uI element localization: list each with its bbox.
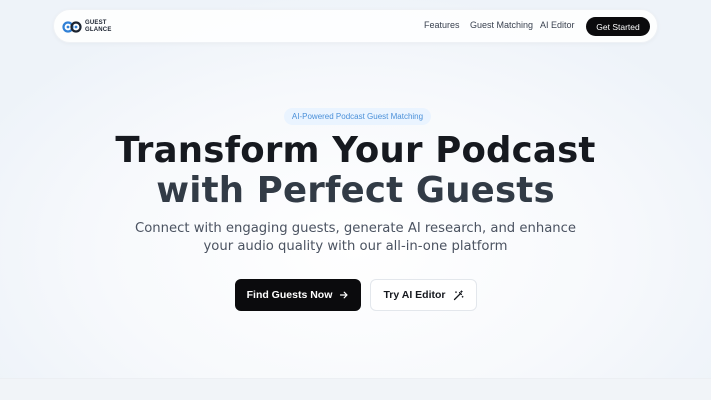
nav-link-features[interactable]: Features — [424, 20, 460, 30]
hero-badge: AI-Powered Podcast Guest Matching — [284, 108, 431, 125]
logo-text: GUEST GLANCE — [85, 20, 112, 34]
logo[interactable]: GUEST GLANCE — [62, 16, 112, 38]
logo-icon — [62, 21, 82, 33]
hero-subtitle-line1: Connect with engaging guests, generate A… — [134, 221, 576, 236]
landing-page: GUEST GLANCE Features Guest Matching AI … — [0, 0, 711, 400]
hero-headline-line1: Transform Your Podcast — [115, 130, 596, 171]
try-ai-editor-label: Try AI Editor — [383, 289, 446, 301]
magic-wand-icon — [453, 289, 464, 301]
navbar: GUEST GLANCE Features Guest Matching AI … — [53, 9, 658, 43]
find-guests-button[interactable]: Find Guests Now — [235, 279, 361, 311]
try-ai-editor-button[interactable]: Try AI Editor — [370, 279, 477, 311]
find-guests-label: Find Guests Now — [246, 289, 333, 301]
next-section-edge — [0, 378, 711, 400]
get-started-button[interactable]: Get Started — [586, 17, 650, 36]
logo-text-line2: GLANCE — [85, 27, 112, 33]
nav-link-ai-editor[interactable]: AI Editor — [540, 20, 575, 30]
hero-subtitle: Connect with engaging guests, generate A… — [130, 220, 581, 256]
hero-subtitle-line2: your audio quality with our all-in-one p… — [203, 239, 508, 254]
logo-text-line1: GUEST — [85, 20, 107, 26]
arrow-right-icon — [339, 290, 349, 300]
hero-headline: Transform Your Podcast with Perfect Gues… — [0, 131, 711, 211]
nav-link-guest-matching[interactable]: Guest Matching — [470, 20, 533, 30]
hero-headline-line2: with Perfect Guests — [156, 170, 555, 211]
